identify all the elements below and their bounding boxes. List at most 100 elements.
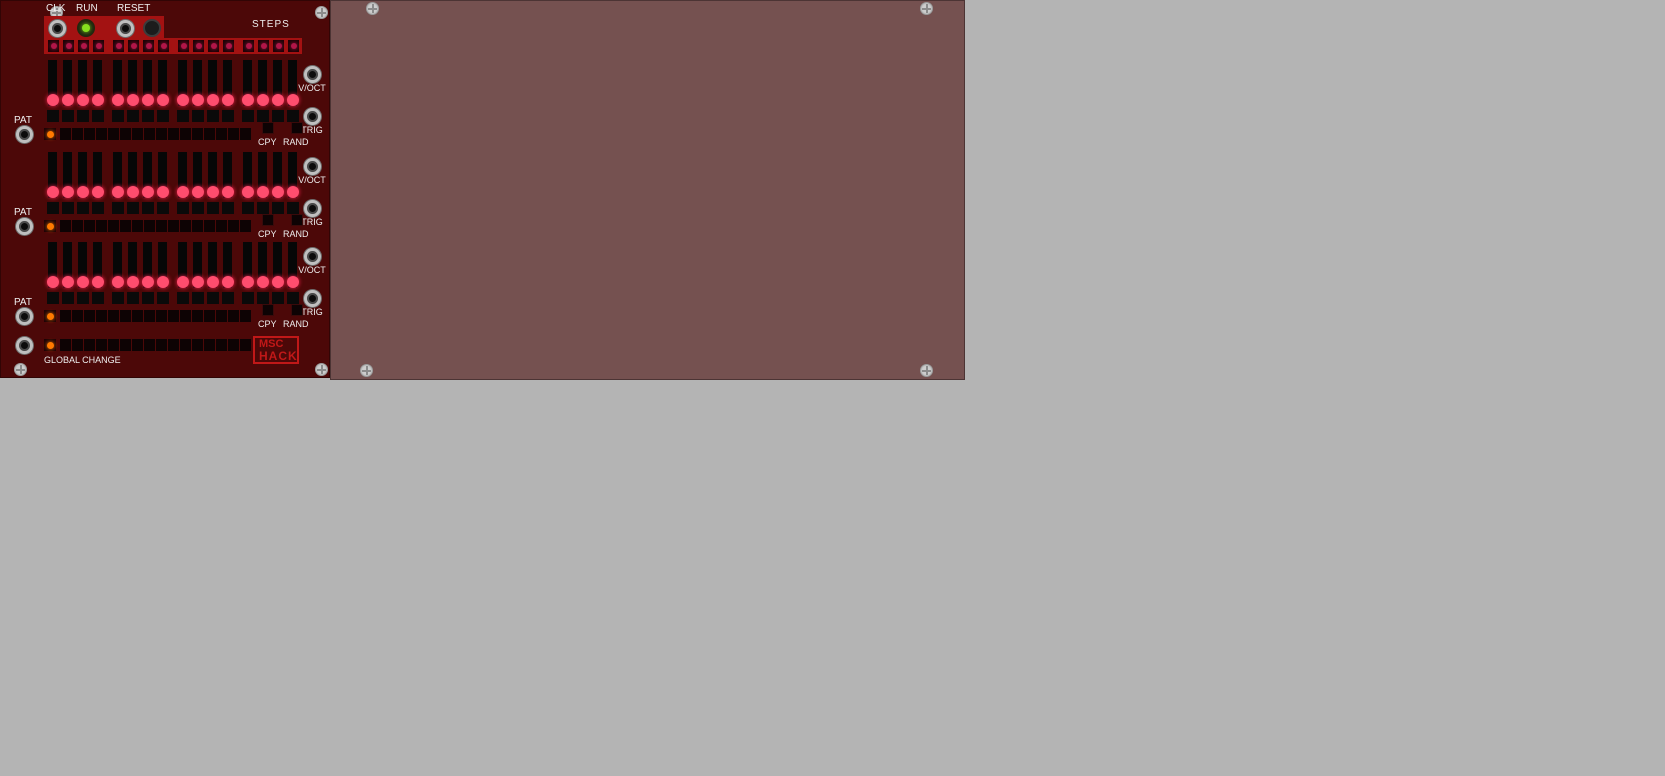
pitch-slider-handle[interactable] [192,94,204,106]
slider-lower-cell[interactable] [177,110,189,122]
pattern-step-button[interactable] [180,310,191,322]
pitch-slider-handle[interactable] [207,94,219,106]
global-step-button[interactable] [108,339,119,351]
pitch-slider-handle[interactable] [242,94,254,106]
slider-lower-cell[interactable] [112,292,124,304]
pitch-slider-handle[interactable] [157,94,169,106]
pattern-step-button[interactable] [192,310,203,322]
pitch-slider-handle[interactable] [47,94,59,106]
global-step-button[interactable] [156,339,167,351]
global-step-button[interactable] [192,339,203,351]
slider-lower-cell[interactable] [207,110,219,122]
pattern-step-button[interactable] [72,310,83,322]
pattern-step-button[interactable] [204,220,215,232]
global-step-button[interactable] [228,339,239,351]
pattern-step-button[interactable] [108,220,119,232]
global-step-button[interactable] [96,339,107,351]
slider-lower-cell[interactable] [77,292,89,304]
slider-lower-cell[interactable] [77,202,89,214]
trig-output-jack[interactable] [304,200,321,217]
slider-lower-cell[interactable] [222,110,234,122]
pitch-slider-handle[interactable] [192,276,204,288]
pattern-step-button[interactable] [108,128,119,140]
pitch-slider-handle[interactable] [142,94,154,106]
slider-lower-cell[interactable] [177,202,189,214]
global-step-button[interactable] [216,339,227,351]
pitch-slider-handle[interactable] [177,276,189,288]
slider-lower-cell[interactable] [257,292,269,304]
slider-lower-cell[interactable] [222,202,234,214]
pitch-slider-handle[interactable] [272,186,284,198]
slider-lower-cell[interactable] [92,202,104,214]
pitch-slider-handle[interactable] [92,94,104,106]
pitch-slider-handle[interactable] [112,94,124,106]
slider-lower-cell[interactable] [242,292,254,304]
slider-lower-cell[interactable] [142,202,154,214]
pattern-step-button[interactable] [180,128,191,140]
global-step-button[interactable] [168,339,179,351]
pattern-step-button[interactable] [96,128,107,140]
pat-input-jack[interactable] [16,308,33,325]
pattern-step-button[interactable] [132,220,143,232]
slider-lower-cell[interactable] [242,110,254,122]
pattern-step-button[interactable] [84,128,95,140]
global-step-button[interactable] [132,339,143,351]
pitch-slider-handle[interactable] [142,186,154,198]
pattern-step-button[interactable] [180,220,191,232]
voct-output-jack[interactable] [304,248,321,265]
pat-input-jack[interactable] [16,218,33,235]
pitch-slider-handle[interactable] [177,186,189,198]
pattern-step-button[interactable] [228,220,239,232]
pitch-slider-handle[interactable] [157,186,169,198]
pitch-slider-handle[interactable] [77,186,89,198]
slider-lower-cell[interactable] [207,292,219,304]
slider-lower-cell[interactable] [127,202,139,214]
clk-input-jack[interactable] [49,20,66,37]
slider-lower-cell[interactable] [272,202,284,214]
pitch-slider-handle[interactable] [287,186,299,198]
pitch-slider-handle[interactable] [47,276,59,288]
reset-button[interactable] [143,19,161,37]
pattern-step-button[interactable] [240,310,251,322]
pattern-step-button[interactable] [168,128,179,140]
slider-lower-cell[interactable] [112,202,124,214]
slider-lower-cell[interactable] [287,110,299,122]
pattern-step-button[interactable] [156,128,167,140]
pattern-step-button[interactable] [168,220,179,232]
pattern-step-button[interactable] [132,128,143,140]
slider-lower-cell[interactable] [257,202,269,214]
slider-lower-cell[interactable] [177,292,189,304]
slider-lower-cell[interactable] [207,202,219,214]
pattern-step-button[interactable] [60,220,71,232]
pattern-step-button[interactable] [144,220,155,232]
pattern-step-button[interactable] [72,128,83,140]
slider-lower-cell[interactable] [47,292,59,304]
slider-lower-cell[interactable] [287,202,299,214]
pattern-step-button[interactable] [240,128,251,140]
slider-lower-cell[interactable] [157,202,169,214]
pattern-step-button[interactable] [216,310,227,322]
pattern-step-button[interactable] [72,220,83,232]
pitch-slider-handle[interactable] [92,186,104,198]
pattern-step-button[interactable] [60,310,71,322]
pitch-slider-handle[interactable] [177,94,189,106]
pitch-slider-handle[interactable] [287,94,299,106]
pitch-slider-handle[interactable] [157,276,169,288]
global-step-button[interactable] [240,339,251,351]
pattern-step-button[interactable] [144,310,155,322]
pitch-slider-handle[interactable] [192,186,204,198]
pattern-step-button[interactable] [156,310,167,322]
pitch-slider-handle[interactable] [127,186,139,198]
global-step-button[interactable] [204,339,215,351]
voct-output-jack[interactable] [304,66,321,83]
pattern-step-button[interactable] [228,310,239,322]
slider-lower-cell[interactable] [272,292,284,304]
pitch-slider-handle[interactable] [127,276,139,288]
pitch-slider-handle[interactable] [272,276,284,288]
global-step-button[interactable] [144,339,155,351]
pattern-step-button[interactable] [60,128,71,140]
pitch-slider-handle[interactable] [242,276,254,288]
slider-lower-cell[interactable] [222,292,234,304]
pattern-step-button[interactable] [156,220,167,232]
pitch-slider-handle[interactable] [242,186,254,198]
